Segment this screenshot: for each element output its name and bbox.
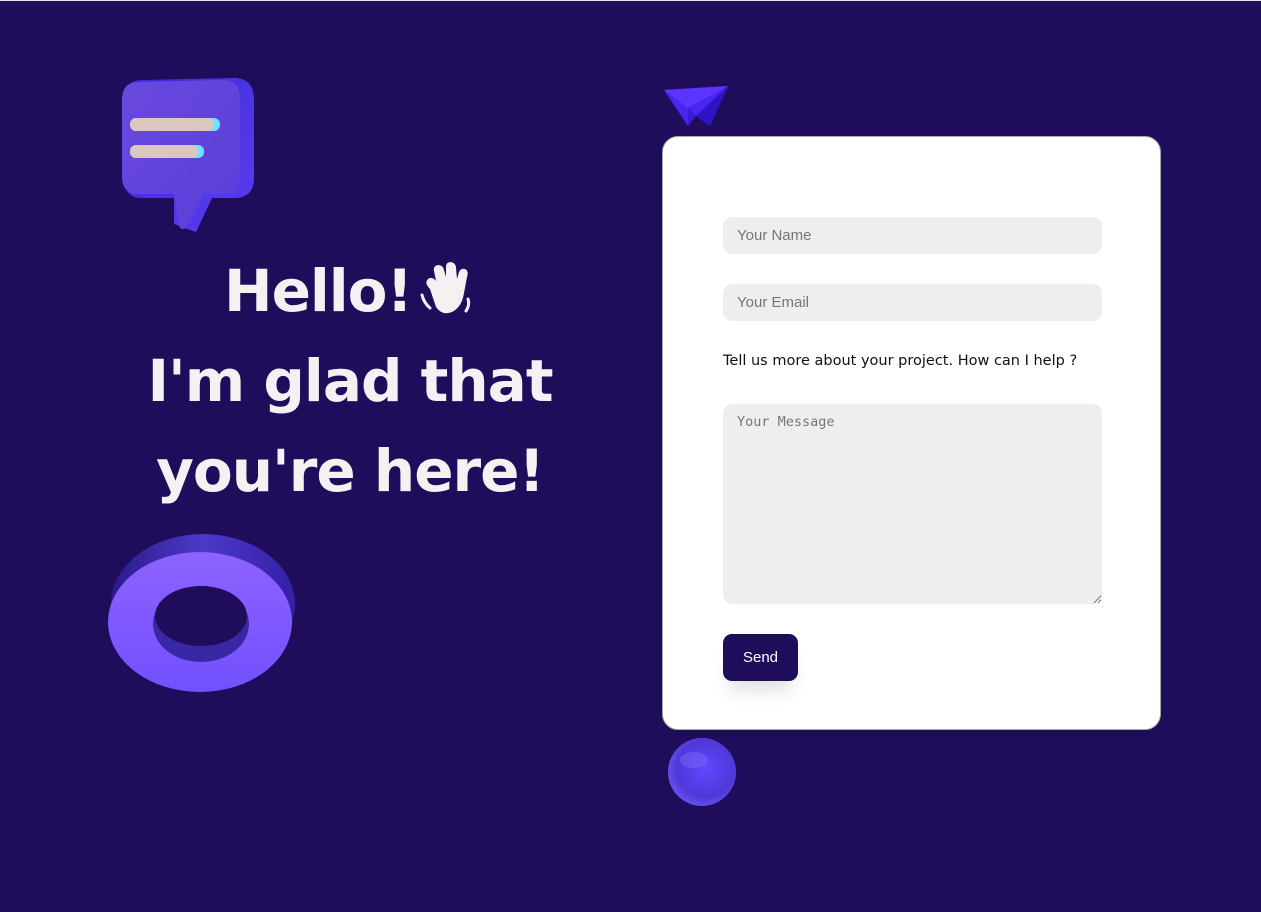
paper-plane-icon — [664, 86, 728, 126]
sphere-icon — [668, 738, 736, 806]
hero-heading: Hello! I'm glad that you're here! — [100, 246, 600, 516]
message-textarea[interactable] — [723, 404, 1102, 604]
project-prompt: Tell us more about your project. How can… — [723, 353, 1078, 369]
top-border — [0, 0, 1261, 1]
send-button[interactable]: Send — [723, 634, 798, 681]
waving-hand-icon — [420, 262, 471, 314]
hero-line-2: I'm glad that — [147, 347, 553, 415]
name-input[interactable] — [723, 217, 1102, 254]
chat-bubble-icon — [122, 78, 254, 232]
email-input[interactable] — [723, 284, 1102, 321]
hero-line-1: Hello! — [100, 246, 600, 336]
ring-icon — [108, 534, 295, 692]
hero-line-3: you're here! — [156, 437, 545, 505]
hero-greeting: Hello! — [224, 257, 413, 325]
contact-form: Tell us more about your project. How can… — [662, 136, 1161, 730]
